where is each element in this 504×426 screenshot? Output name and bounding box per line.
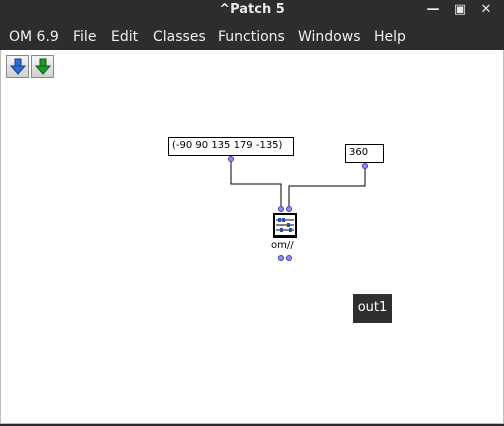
abacus-icon[interactable]: [273, 213, 297, 239]
menu-classes[interactable]: Classes: [153, 29, 206, 45]
function-outlet-1[interactable]: [278, 255, 284, 261]
title-bar: ^Patch 5 — ▣ ✕: [0, 0, 504, 22]
menu-om[interactable]: OM 6.9: [9, 29, 59, 45]
menu-windows[interactable]: Windows: [298, 29, 361, 45]
function-inlet-1[interactable]: [278, 206, 284, 212]
patch-connections: [230, 160, 366, 206]
list-box[interactable]: (-90 90 135 179 -135): [168, 137, 294, 156]
function-outlet-2[interactable]: [286, 255, 292, 261]
patch-canvas[interactable]: (-90 90 135 179 -135) 360 om// out1: [0, 50, 504, 424]
menu-edit[interactable]: Edit: [111, 29, 138, 45]
menu-bar: OM 6.9 File Edit Classes Functions Windo…: [0, 22, 504, 50]
close-icon[interactable]: ✕: [477, 1, 495, 19]
menu-help[interactable]: Help: [374, 29, 406, 45]
maximize-icon[interactable]: ▣: [451, 1, 469, 19]
minimize-icon[interactable]: —: [424, 1, 442, 19]
output-box[interactable]: out1: [353, 294, 392, 323]
menu-functions[interactable]: Functions: [218, 29, 285, 45]
function-label: om//: [271, 240, 294, 251]
number-box-outlet[interactable]: [362, 163, 368, 169]
list-box-outlet[interactable]: [228, 156, 234, 162]
function-inlet-2[interactable]: [286, 206, 292, 212]
number-box[interactable]: 360: [345, 144, 384, 163]
menu-file[interactable]: File: [73, 29, 96, 45]
